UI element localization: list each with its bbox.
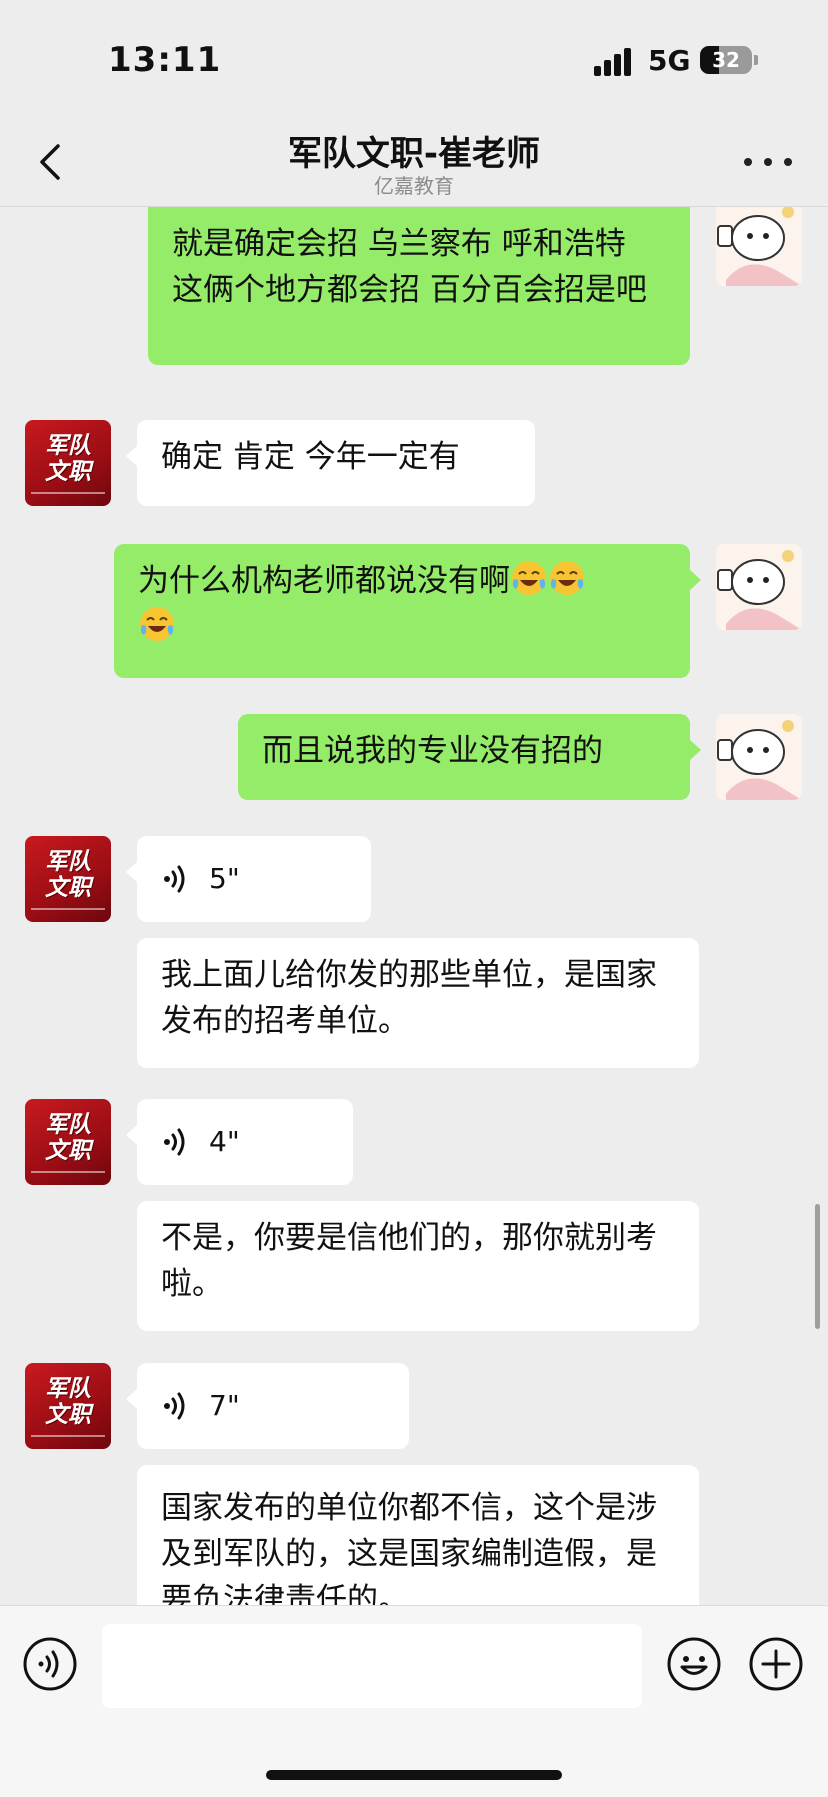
status-time: 13:11 [108,40,222,80]
voice-duration: 5" [209,862,240,895]
network-type: 5G [648,44,691,77]
chat-title[interactable]: 军队文职-崔老师 [0,126,828,175]
scrollbar[interactable] [815,1204,820,1329]
voice-input-icon[interactable] [22,1636,78,1692]
crying-laughing-emoji [140,607,174,641]
message-incoming: 军队 文职 7" 国家发布的单位你都不信，这个是涉及到军队的，这是国家编制造假，… [0,1363,828,1605]
message-input[interactable] [102,1624,642,1708]
message-bubble[interactable]: 不是，你要是信他们的，那你就别考啦。 [137,1201,699,1331]
message-bubble[interactable]: 国家发布的单位你都不信，这个是涉及到军队的，这是国家编制造假，是要负法律责任的。 [137,1465,699,1605]
voice-wave-icon [164,1128,185,1156]
emoji-icon[interactable] [666,1636,722,1692]
cat-avatar-icon [716,544,802,630]
battery-level: 32 [712,48,740,72]
voice-wave-icon [164,865,185,893]
message-outgoing: 就是确定会招 乌兰察布 呼和浩特 这俩个地方都会招 百分百会招是吧 [0,207,828,387]
chat-subtitle: 亿嘉教育 [374,174,454,198]
message-incoming: 军队 文职 确定 肯定 今年一定有 [0,420,828,510]
message-bubble[interactable]: 就是确定会招 乌兰察布 呼和浩特 这俩个地方都会招 百分百会招是吧 [148,207,690,365]
chat-header: 军队文职-崔老师 亿嘉教育 [0,120,828,207]
more-options-icon[interactable] [744,154,792,170]
message-outgoing: 为什么机构老师都说没有啊 [0,544,828,680]
signal-icon [594,46,634,76]
cat-avatar-icon [716,207,802,286]
input-bar [0,1605,828,1797]
voice-message[interactable]: 7" [137,1363,409,1449]
my-avatar[interactable] [716,207,802,286]
crying-laughing-emoji [512,561,546,595]
message-bubble[interactable]: 确定 肯定 今年一定有 [137,420,535,506]
voice-wave-icon [164,1392,185,1420]
home-indicator[interactable] [266,1770,562,1780]
teacher-avatar[interactable]: 军队 文职 [25,836,111,922]
message-incoming: 军队 文职 4" 不是，你要是信他们的，那你就别考啦。 [0,1099,828,1331]
status-bar: 13:11 5G 32 [0,0,828,120]
cat-avatar-icon [716,714,802,800]
voice-duration: 7" [209,1389,240,1422]
voice-message[interactable]: 4" [137,1099,353,1185]
voice-message[interactable]: 5" [137,836,371,922]
battery-icon: 32 [700,46,752,74]
battery-cap [754,55,758,65]
crying-laughing-emoji [550,561,584,595]
teacher-avatar[interactable]: 军队 文职 [25,420,111,506]
voice-duration: 4" [209,1125,240,1158]
message-bubble[interactable]: 我上面儿给你发的那些单位，是国家发布的招考单位。 [137,938,699,1068]
message-incoming: 军队 文职 5" 我上面儿给你发的那些单位，是国家发布的招考单位。 [0,836,828,1068]
teacher-avatar[interactable]: 军队 文职 [25,1099,111,1185]
message-bubble[interactable]: 为什么机构老师都说没有啊 [114,544,690,678]
message-bubble[interactable]: 而且说我的专业没有招的 [238,714,690,800]
plus-icon[interactable] [748,1636,804,1692]
message-outgoing: 而且说我的专业没有招的 [0,714,828,804]
message-list[interactable]: 就是确定会招 乌兰察布 呼和浩特 这俩个地方都会招 百分百会招是吧 军队 文职 … [0,207,828,1605]
teacher-avatar[interactable]: 军队 文职 [25,1363,111,1449]
my-avatar[interactable] [716,714,802,800]
my-avatar[interactable] [716,544,802,630]
